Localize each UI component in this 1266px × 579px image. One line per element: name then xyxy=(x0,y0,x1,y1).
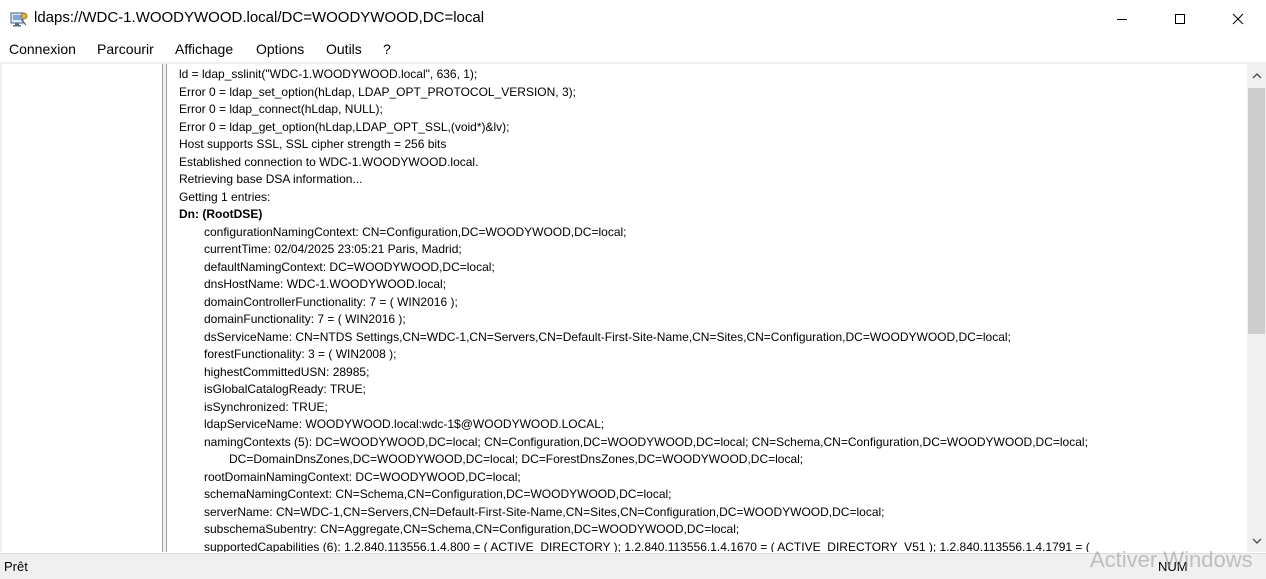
menu-outils[interactable]: Outils xyxy=(326,41,362,57)
log-line: serverName: CN=WDC-1,CN=Servers,CN=Defau… xyxy=(204,504,885,519)
log-line: Getting 1 entries: xyxy=(179,189,271,204)
log-line: Established connection to WDC-1.WOODYWOO… xyxy=(179,154,479,169)
vertical-scrollbar[interactable] xyxy=(1247,64,1266,552)
log-line: Retrieving base DSA information... xyxy=(179,172,363,186)
status-bar: Prêt NUM xyxy=(0,553,1266,579)
maximize-button[interactable] xyxy=(1151,0,1209,38)
scroll-up-button[interactable] xyxy=(1247,66,1266,85)
log-line: DC=DomainDnsZones,DC=WOODYWOOD,DC=local;… xyxy=(229,452,804,466)
status-text: Prêt xyxy=(4,559,28,574)
log-line: highestCommittedUSN: 28985; xyxy=(204,364,370,379)
scroll-down-button[interactable] xyxy=(1247,531,1266,550)
log-line: Error 0 = ldap_set_option(hLdap, LDAP_OP… xyxy=(179,84,576,99)
maximize-icon xyxy=(1175,14,1185,24)
log-line: domainFunctionality: 7 = ( WIN2016 ); xyxy=(204,312,406,326)
minimize-button[interactable] xyxy=(1093,0,1151,38)
scroll-thumb[interactable] xyxy=(1248,88,1265,334)
tree-pane[interactable] xyxy=(2,64,163,552)
chevron-down-icon xyxy=(1252,538,1261,544)
close-icon xyxy=(1232,13,1244,25)
log-line: configurationNamingContext: CN=Configura… xyxy=(204,224,627,239)
log-line: rootDomainNamingContext: DC=WOODYWOOD,DC… xyxy=(204,469,521,484)
log-line: Error 0 = ldap_get_option(hLdap,LDAP_OPT… xyxy=(179,119,510,134)
log-line: dnsHostName: WDC-1.WOODYWOOD.local; xyxy=(204,277,447,291)
log-line: namingContexts (5): DC=WOODYWOOD,DC=loca… xyxy=(204,434,1088,449)
log-line: domainControllerFunctionality: 7 = ( WIN… xyxy=(204,294,458,309)
log-line: Host supports SSL, SSL cipher strength =… xyxy=(179,137,447,151)
log-line: currentTime: 02/04/2025 23:05:21 Paris, … xyxy=(204,242,462,256)
log-line: supportedCapabilities (6): 1.2.840.11355… xyxy=(204,539,1090,553)
minimize-icon xyxy=(1117,19,1127,20)
log-line: Error 0 = ldap_connect(hLdap, NULL); xyxy=(179,102,383,116)
window-title: ldaps://WDC-1.WOODYWOOD.local/DC=WOODYWO… xyxy=(34,9,485,26)
menu-help[interactable]: ? xyxy=(383,41,391,57)
log-line: ldapServiceName: WOODYWOOD.local:wdc-1$@… xyxy=(204,417,605,431)
output-pane[interactable]: ld = ldap_sslinit("WDC-1.WOODYWOOD.local… xyxy=(166,64,1248,552)
log-line: forestFunctionality: 3 = ( WIN2008 ); xyxy=(204,347,397,361)
menu-parcourir[interactable]: Parcourir xyxy=(97,41,154,57)
log-line: isGlobalCatalogReady: TRUE; xyxy=(204,382,366,396)
log-line: Dn: (RootDSE) xyxy=(179,207,263,221)
log-line: defaultNamingContext: DC=WOODYWOOD,DC=lo… xyxy=(204,259,495,274)
menu-bar: Connexion Parcourir Affichage Options Ou… xyxy=(0,38,1266,62)
close-button[interactable] xyxy=(1209,0,1266,38)
title-bar: ldaps://WDC-1.WOODYWOOD.local/DC=WOODYWO… xyxy=(0,0,1266,38)
menu-connexion[interactable]: Connexion xyxy=(9,41,76,57)
menu-affichage[interactable]: Affichage xyxy=(175,41,233,57)
output-log: ld = ldap_sslinit("WDC-1.WOODYWOOD.local… xyxy=(179,66,1090,552)
menu-options[interactable]: Options xyxy=(256,41,304,57)
chevron-up-icon xyxy=(1252,72,1261,78)
log-line: dsServiceName: CN=NTDS Settings,CN=WDC-1… xyxy=(204,329,1011,344)
log-line: isSynchronized: TRUE; xyxy=(204,399,328,414)
ldp-app-icon[interactable] xyxy=(10,10,28,28)
log-line: schemaNamingContext: CN=Schema,CN=Config… xyxy=(204,487,672,501)
log-line: ld = ldap_sslinit("WDC-1.WOODYWOOD.local… xyxy=(179,67,478,81)
log-line: subschemaSubentry: CN=Aggregate,CN=Schem… xyxy=(204,522,740,536)
num-lock-indicator: NUM xyxy=(1158,559,1188,574)
